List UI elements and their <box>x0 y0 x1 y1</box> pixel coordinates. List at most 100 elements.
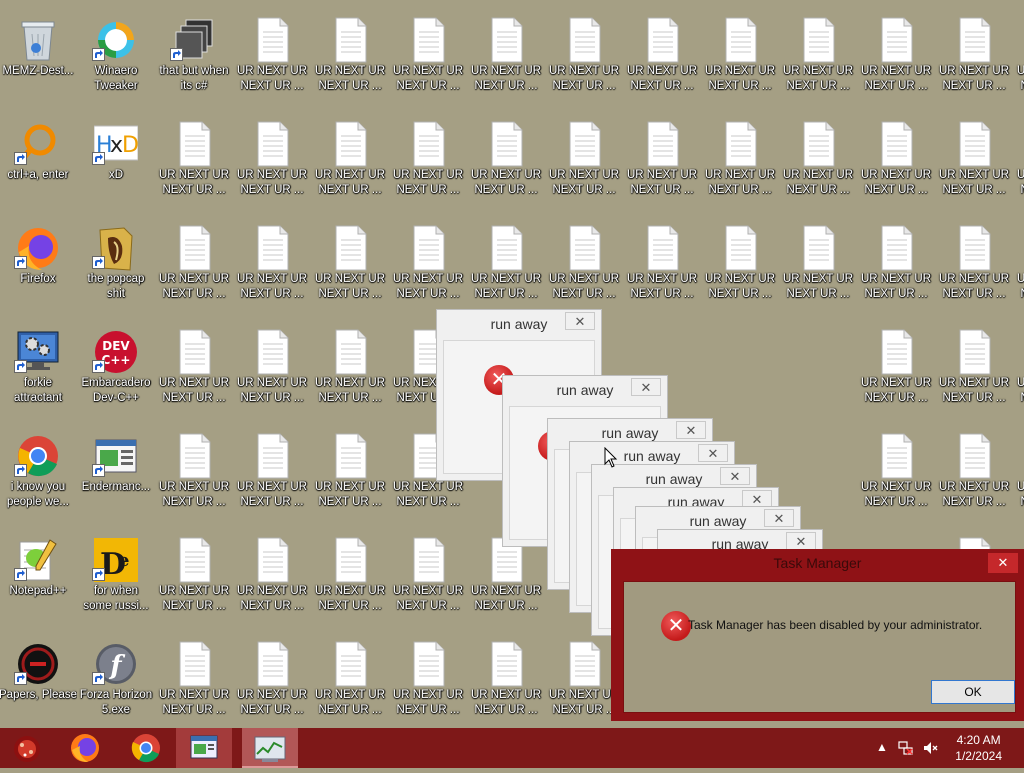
text-file-icon-item[interactable]: UR NEXT UR NEXT UR ... <box>468 112 544 212</box>
icon-label: UR NEXT UR NEXT UR ... <box>782 169 854 196</box>
text-file-icon-item[interactable]: UR NEXT UR NEXT UR ... <box>234 528 310 628</box>
text-file-icon-item[interactable]: UR NEXT UR NEXT UR ... <box>312 424 388 524</box>
text-file-icon-item[interactable]: UR NEXT UR NEXT UR ... <box>234 216 310 316</box>
desktop-icon[interactable]: De for when some russi... <box>78 528 154 628</box>
desktop-icon[interactable]: DEV C++ Embarcadero Dev-C++ <box>78 320 154 420</box>
text-file-icon-item[interactable]: UR NEXT UR NEXT UR ... <box>156 216 232 316</box>
close-button[interactable]: ✕ <box>988 553 1018 573</box>
desktop-icon[interactable]: Endermanc... <box>78 424 154 524</box>
icon-label: the popcap shit <box>87 273 145 300</box>
text-file-icon-item[interactable]: UR NEXT UR NEXT UR ... <box>1014 424 1024 524</box>
text-file-icon-item[interactable]: UR NEXT UR NEXT UR ... <box>234 632 310 728</box>
desktop-icon[interactable]: Firefox <box>0 216 76 316</box>
start-button[interactable] <box>0 728 58 768</box>
taskbar-task-manager[interactable] <box>242 728 298 768</box>
desktop-icon[interactable]: Winaero Tweaker <box>78 8 154 108</box>
text-file-icon-item[interactable]: UR NEXT UR NEXT UR ... <box>702 8 778 108</box>
icon-label: UR NEXT UR NEXT UR ... <box>314 273 386 300</box>
desktop-icon[interactable]: forkie attractant <box>0 320 76 420</box>
text-file-icon-item[interactable]: UR NEXT UR NEXT UR ... <box>234 112 310 212</box>
text-file-icon-item[interactable]: UR NEXT UR NEXT UR ... <box>858 320 934 420</box>
show-hidden-icons-button[interactable]: ▲ <box>876 740 888 754</box>
desktop-icon[interactable]: Hx DxD <box>78 112 154 212</box>
desktop-icon[interactable]: the popcap shit <box>78 216 154 316</box>
text-file-icon-item[interactable]: UR NEXT UR NEXT UR ... <box>468 216 544 316</box>
text-file-icon-item[interactable]: UR NEXT UR NEXT UR ... <box>1014 112 1024 212</box>
desktop-icon[interactable]: Papers, Please <box>0 632 77 728</box>
network-icon[interactable] <box>898 740 914 756</box>
desktop-icon[interactable]: Notepad++ <box>0 528 76 628</box>
text-file-icon-item[interactable]: UR NEXT UR NEXT UR ... <box>546 216 622 316</box>
text-file-icon-item[interactable]: UR NEXT UR NEXT UR ... <box>468 8 544 108</box>
text-file-icon-item[interactable]: UR NEXT UR NEXT UR ... <box>234 424 310 524</box>
text-file-icon-item[interactable]: UR NEXT UR NEXT UR ... <box>156 528 232 628</box>
text-file-icon-item[interactable]: UR NEXT UR NEXT UR ... <box>936 320 1012 420</box>
text-file-icon-item[interactable]: UR NEXT UR NEXT UR ... <box>312 632 388 728</box>
text-file-icon-item[interactable]: UR NEXT UR NEXT UR ... <box>780 216 856 316</box>
text-file-icon-item[interactable]: UR NEXT UR NEXT UR ... <box>936 424 1012 524</box>
text-file-icon-item[interactable]: UR NEXT UR NEXT UR ... <box>390 632 466 728</box>
shortcut-arrow-icon <box>92 464 105 477</box>
text-file-icon-item[interactable]: UR NEXT UR NEXT UR ... <box>390 8 466 108</box>
text-file-icon-item[interactable]: UR NEXT UR NEXT UR ... <box>312 528 388 628</box>
close-button[interactable]: ✕ <box>786 532 816 550</box>
taskbar-firefox[interactable] <box>58 728 116 768</box>
text-file-icon-item[interactable]: UR NEXT UR NEXT UR ... <box>390 112 466 212</box>
text-file-icon-item[interactable]: UR NEXT UR NEXT UR ... <box>702 112 778 212</box>
close-button[interactable]: ✕ <box>698 444 728 462</box>
text-file-icon-item[interactable]: UR NEXT UR NEXT UR ... <box>312 8 388 108</box>
text-file-icon-item[interactable]: UR NEXT UR NEXT UR ... <box>312 112 388 212</box>
text-file-icon-item[interactable]: UR NEXT UR NEXT UR ... <box>234 8 310 108</box>
icon-label: UR NEXT UR NEXT UR ... <box>314 65 386 92</box>
icon-label: Firefox <box>20 273 56 285</box>
text-file-icon-item[interactable]: UR NEXT UR NEXT UR ... <box>1014 216 1024 316</box>
text-file-icon-item[interactable]: UR NEXT UR NEXT UR ... <box>858 424 934 524</box>
text-file-icon-item[interactable]: UR NEXT UR NEXT UR ... <box>858 8 934 108</box>
desktop-icon[interactable]: ctrl+a, enter <box>0 112 76 212</box>
text-file-icon-item[interactable]: UR NEXT UR NEXT UR ... <box>780 8 856 108</box>
text-file-icon-item[interactable]: UR NEXT UR NEXT UR ... <box>312 320 388 420</box>
close-button[interactable]: ✕ <box>631 378 661 396</box>
text-file-icon-item[interactable]: UR NEXT UR NEXT UR ... <box>780 112 856 212</box>
icon-label: UR NEXT UR NEXT UR ... <box>236 585 308 612</box>
close-button[interactable]: ✕ <box>764 509 794 527</box>
close-button[interactable]: ✕ <box>676 421 706 439</box>
desktop-icon[interactable]: that but when its c# <box>156 8 232 108</box>
text-file-icon-item[interactable]: UR NEXT UR NEXT UR ... <box>858 216 934 316</box>
text-file-icon-item[interactable]: UR NEXT UR NEXT UR ... <box>936 112 1012 212</box>
text-file-icon-item[interactable]: UR NEXT UR NEXT UR ... <box>546 112 622 212</box>
clock[interactable]: 4:20 AM 1/2/2024 <box>955 732 1002 764</box>
desktop-icon[interactable]: f Forza Horizon 5.exe <box>78 632 154 728</box>
desktop-icon[interactable]: i know you people we... <box>0 424 76 524</box>
text-file-icon-item[interactable]: UR NEXT UR NEXT UR ... <box>1014 8 1024 108</box>
text-file-icon-item[interactable]: UR NEXT UR NEXT UR ... <box>546 8 622 108</box>
text-file-icon-item[interactable]: UR NEXT UR NEXT UR ... <box>624 112 700 212</box>
text-file-icon-item[interactable]: UR NEXT UR NEXT UR ... <box>156 112 232 212</box>
ok-button[interactable]: OK <box>931 680 1015 704</box>
text-file-icon-item[interactable]: UR NEXT UR NEXT UR ... <box>702 216 778 316</box>
taskbar-chrome[interactable] <box>116 728 174 768</box>
close-button[interactable]: ✕ <box>742 490 772 508</box>
text-file-icon-item[interactable]: UR NEXT UR NEXT UR ... <box>312 216 388 316</box>
text-file-icon-item[interactable]: UR NEXT UR NEXT UR ... <box>156 424 232 524</box>
text-file-icon-item[interactable]: UR NEXT UR NEXT UR ... <box>390 216 466 316</box>
text-file-icon-item[interactable]: UR NEXT UR NEXT UR ... <box>624 8 700 108</box>
desktop-icon[interactable]: MEMZ-Dest... <box>0 8 76 108</box>
volume-muted-icon[interactable] <box>922 740 938 756</box>
text-file-icon-item[interactable]: UR NEXT UR NEXT UR ... <box>936 216 1012 316</box>
text-file-icon-item[interactable]: UR NEXT UR NEXT UR ... <box>1014 320 1024 420</box>
icon-label: UR NEXT UR NEXT UR ... <box>938 377 1010 404</box>
text-file-icon-item[interactable]: UR NEXT UR NEXT UR ... <box>156 320 232 420</box>
close-button[interactable]: ✕ <box>720 467 750 485</box>
taskbar-app-window[interactable] <box>176 728 232 768</box>
text-file-icon-item[interactable]: UR NEXT UR NEXT UR ... <box>858 112 934 212</box>
close-button[interactable]: ✕ <box>565 312 595 330</box>
dialog-title: Task Manager <box>773 555 862 571</box>
text-file-icon-item[interactable]: UR NEXT UR NEXT UR ... <box>624 216 700 316</box>
text-file-icon <box>250 224 294 272</box>
text-file-icon-item[interactable]: UR NEXT UR NEXT UR ... <box>234 320 310 420</box>
text-file-icon-item[interactable]: UR NEXT UR NEXT UR ... <box>390 528 466 628</box>
text-file-icon-item[interactable]: UR NEXT UR NEXT UR ... <box>156 632 232 728</box>
text-file-icon-item[interactable]: UR NEXT UR NEXT UR ... <box>936 8 1012 108</box>
text-file-icon-item[interactable]: UR NEXT UR NEXT UR ... <box>468 632 544 728</box>
